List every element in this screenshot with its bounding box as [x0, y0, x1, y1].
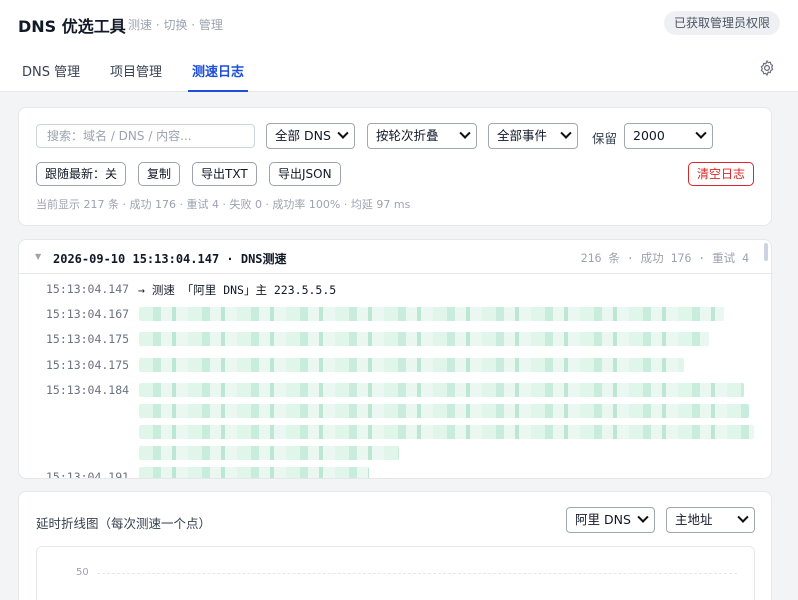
app-header: DNS 优选工具 测速 · 切换 · 管理 已获取管理员权限: [0, 0, 798, 46]
redacted-text: [139, 332, 709, 346]
chevron-down-icon: [459, 127, 471, 139]
clear-log-button[interactable]: 清空日志: [688, 162, 755, 186]
log-panel: ▼ 2026-09-10 15:13:04.147 · DNS测速 216 条 …: [18, 239, 772, 479]
log-time: 15:13:04.175: [46, 332, 130, 346]
gear-icon[interactable]: [758, 59, 776, 77]
caret-down-icon[interactable]: ▼: [35, 252, 41, 261]
copy-button[interactable]: 复制: [138, 162, 181, 186]
redacted-text: [139, 404, 749, 418]
app-title: DNS 优选工具: [18, 17, 126, 36]
log-time: 15:13:04.147: [46, 282, 130, 296]
log-group-header[interactable]: ▼ 2026-09-10 15:13:04.147 · DNS测速 216 条 …: [19, 240, 771, 274]
chevron-down-icon: [637, 511, 649, 523]
chart-dns-value: 阿里 DNS: [575, 512, 631, 527]
keep-label: 保留: [592, 131, 618, 146]
chevron-down-icon: [695, 127, 707, 139]
app-subtitle: 测速 · 切换 · 管理: [128, 18, 223, 32]
redacted-text: [139, 358, 684, 372]
chevron-down-icon: [337, 127, 349, 139]
keep-count-select[interactable]: 2000: [624, 123, 713, 149]
search-input[interactable]: 搜索：域名 / DNS / 内容...: [36, 124, 255, 148]
tab-project-management[interactable]: 项目管理: [110, 61, 162, 92]
chart-dns-select[interactable]: 阿里 DNS: [566, 507, 655, 533]
event-filter-value: 全部事件: [497, 128, 548, 143]
log-message: → 测速 「阿里 DNS」主 223.5.5.5: [138, 283, 337, 297]
scrollbar[interactable]: [764, 243, 768, 261]
chevron-down-icon: [737, 511, 749, 523]
log-time: 15:13:04.191: [46, 470, 130, 479]
latency-chart-panel: 延时折线图（每次测速一个点） 阿里 DNS 主地址 50: [18, 491, 772, 600]
tab-dns-management[interactable]: DNS 管理: [22, 61, 80, 92]
chart-title: 延时折线图（每次测速一个点）: [36, 516, 212, 531]
export-json-button[interactable]: 导出JSON: [269, 162, 341, 186]
redacted-text: [139, 467, 369, 478]
log-time: 15:13:04.184: [46, 383, 130, 397]
fold-mode-select[interactable]: 按轮次折叠: [367, 123, 477, 149]
admin-status-badge: 已获取管理员权限: [663, 11, 780, 35]
tab-speed-test-log[interactable]: 测速日志: [188, 61, 249, 92]
event-filter-select[interactable]: 全部事件: [488, 123, 578, 149]
redacted-text: [139, 307, 724, 321]
log-group-title: 2026-09-10 15:13:04.147 · DNS测速: [53, 252, 287, 266]
follow-latest-button[interactable]: 跟随最新：关: [36, 162, 127, 186]
chart-address-value: 主地址: [675, 512, 713, 527]
dns-filter-value: 全部 DNS: [275, 128, 331, 143]
keep-count-value: 2000: [633, 128, 665, 143]
log-filter-panel: 搜索：域名 / DNS / 内容... 全部 DNS 按轮次折叠 全部事件 保留…: [18, 107, 772, 226]
chevron-down-icon: [560, 127, 572, 139]
redacted-text: [139, 383, 744, 397]
redacted-text: [139, 425, 754, 439]
grid-line: [97, 573, 737, 574]
latency-chart: 50: [36, 546, 755, 600]
fold-mode-value: 按轮次折叠: [376, 128, 439, 143]
log-group-meta: 216 条 · 成功 176 · 重试 4: [580, 251, 749, 265]
log-time: 15:13:04.167: [46, 307, 130, 321]
redacted-text: [139, 446, 399, 460]
chart-address-select[interactable]: 主地址: [666, 507, 755, 533]
y-tick-label: 50: [76, 567, 89, 578]
log-stats: 当前显示 217 条 · 成功 176 · 重试 4 · 失败 0 · 成功率 …: [36, 198, 411, 211]
dns-filter-select[interactable]: 全部 DNS: [266, 123, 355, 149]
log-time: 15:13:04.175: [46, 358, 130, 372]
export-txt-button[interactable]: 导出TXT: [192, 162, 257, 186]
tab-bar: DNS 管理 项目管理 测速日志: [0, 46, 798, 92]
